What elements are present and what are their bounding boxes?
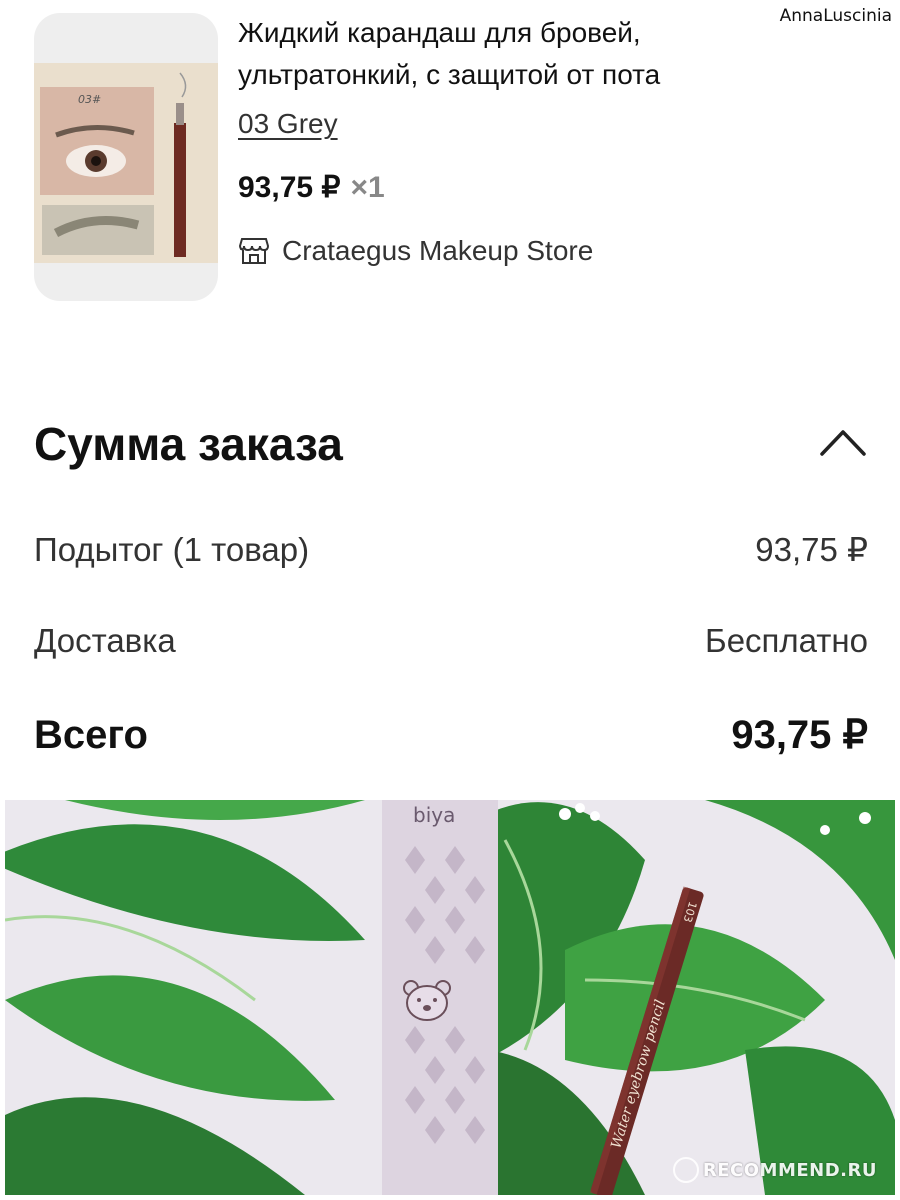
subtotal-row: Подытог (1 товар) 93,75 ₽ — [34, 530, 868, 569]
delivery-label: Доставка — [34, 622, 176, 659]
watermark-logo-icon — [672, 1157, 699, 1183]
total-value: 93,75 ₽ — [731, 713, 868, 757]
product-quantity: ×1 — [350, 171, 385, 204]
product-title[interactable]: Жидкий карандаш для бровей, ультратонкий… — [238, 12, 798, 96]
product-image: 03# — [34, 63, 218, 263]
site-watermark: RECOMMEND.RU — [672, 1157, 877, 1183]
store-link[interactable]: Crataegus Makeup Store — [238, 230, 593, 272]
product-thumbnail[interactable]: 03# — [34, 13, 218, 301]
product-photo: biya 103 Water eyebrow pencil RECOMMEND.… — [5, 800, 895, 1195]
product-price-line: 93,75 ₽ ×1 — [238, 166, 385, 210]
delivery-value: Бесплатно — [705, 622, 868, 659]
chevron-up-icon[interactable] — [816, 420, 870, 464]
total-row: Всего 93,75 ₽ — [34, 712, 868, 758]
product-price: 93,75 ₽ — [238, 171, 341, 204]
site-watermark-text: RECOMMEND.RU — [702, 1159, 877, 1181]
subtotal-value: 93,75 ₽ — [755, 531, 868, 568]
box-brand-text: biya — [413, 803, 455, 827]
subtotal-label: Подытог (1 товар) — [34, 530, 310, 568]
delivery-row: Доставка Бесплатно — [34, 622, 868, 660]
thumbnail-label: 03# — [78, 93, 101, 106]
order-summary-title: Сумма заказа — [34, 418, 343, 470]
store-icon — [238, 238, 270, 264]
product-variant-link[interactable]: 03 Grey — [238, 104, 338, 144]
store-name: Crataegus Makeup Store — [282, 235, 594, 266]
total-label: Всего — [34, 712, 148, 757]
